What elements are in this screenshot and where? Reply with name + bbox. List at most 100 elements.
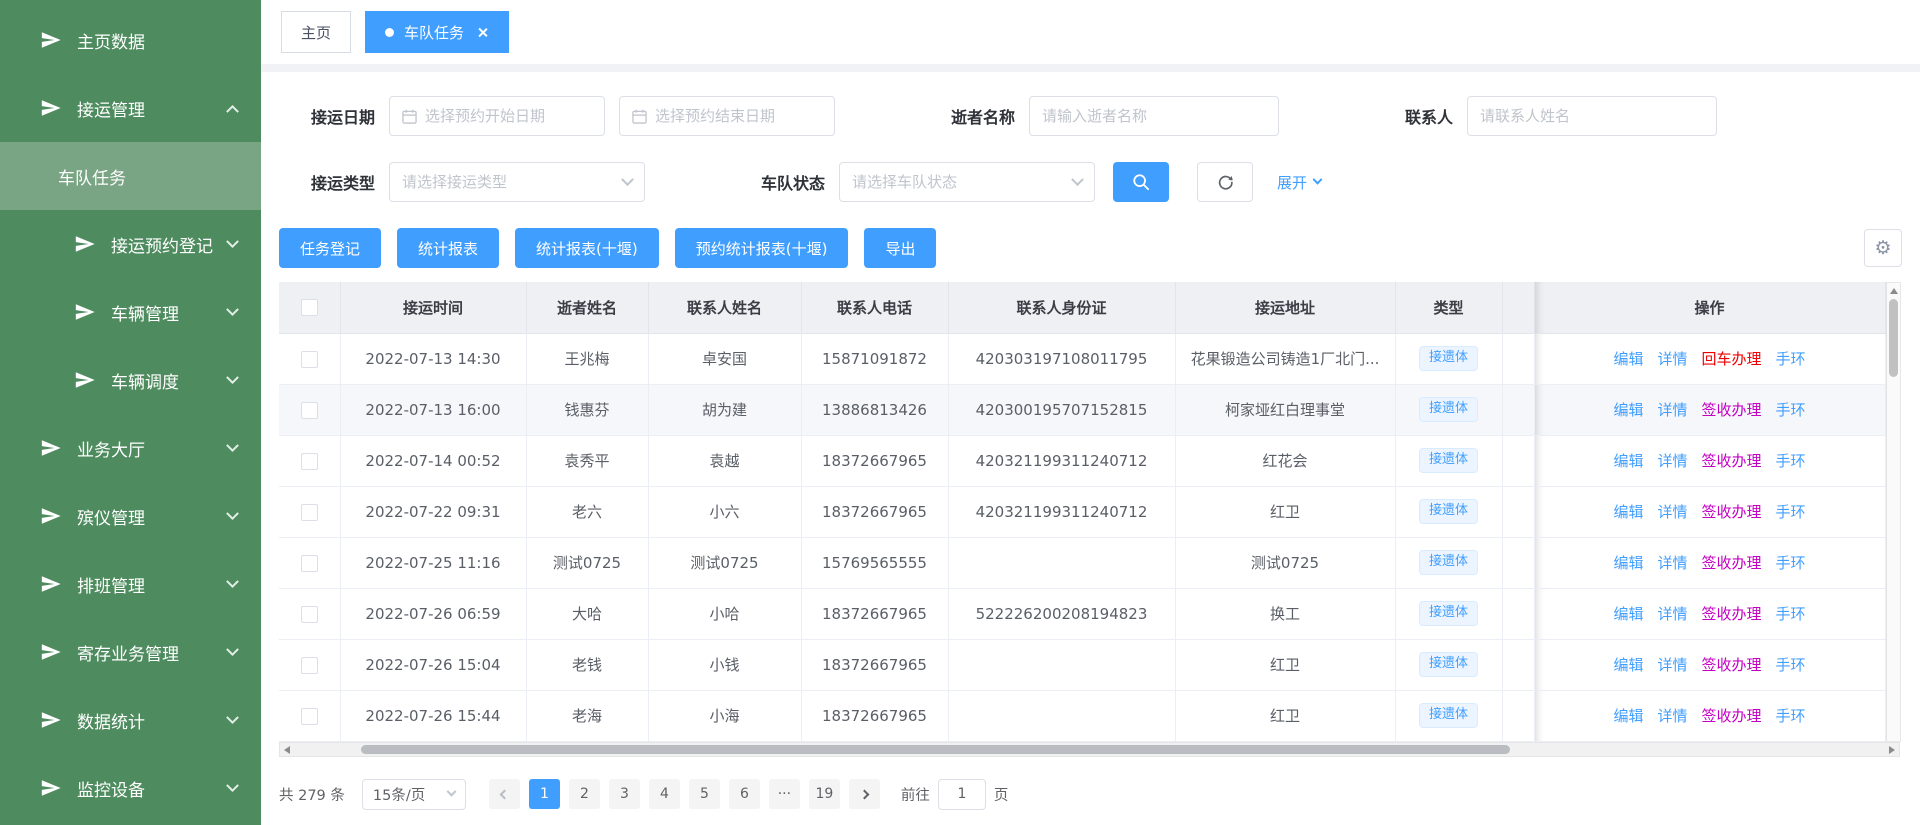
- op-link-red[interactable]: 回车办理: [1702, 350, 1762, 368]
- op-link-magenta[interactable]: 签收办理: [1702, 554, 1762, 572]
- op-link-blue[interactable]: 手环: [1776, 350, 1806, 368]
- op-link-magenta[interactable]: 签收办理: [1702, 605, 1762, 623]
- close-icon[interactable]: [476, 26, 489, 39]
- prev-page-button[interactable]: [489, 779, 520, 809]
- pickup-type-select[interactable]: [389, 162, 645, 202]
- op-link-blue[interactable]: 编辑: [1613, 503, 1643, 521]
- row-checkbox[interactable]: [301, 351, 318, 368]
- op-link-blue[interactable]: 编辑: [1613, 401, 1643, 419]
- fleet-status-field[interactable]: [852, 173, 1073, 191]
- op-link-blue[interactable]: 手环: [1776, 401, 1806, 419]
- op-link-blue[interactable]: 详情: [1657, 707, 1687, 725]
- fleet-status-select[interactable]: [839, 162, 1095, 202]
- toolbar-button-2[interactable]: 统计报表: [397, 228, 499, 268]
- row-checkbox[interactable]: [301, 657, 318, 674]
- next-page-button[interactable]: [849, 779, 880, 809]
- op-link-blue[interactable]: 编辑: [1613, 452, 1643, 470]
- scroll-up-arrow-icon[interactable]: [1890, 288, 1898, 294]
- horizontal-scroll-thumb[interactable]: [361, 745, 1510, 754]
- tab-home[interactable]: 主页: [281, 11, 351, 53]
- sidebar-item-11[interactable]: 数据统计: [0, 686, 261, 754]
- deceased-name-input[interactable]: [1029, 96, 1279, 136]
- pickup-type-field[interactable]: [402, 173, 623, 191]
- sidebar-item-5[interactable]: 车辆管理: [0, 278, 261, 346]
- contact-field[interactable]: [1480, 107, 1704, 125]
- vertical-scrollbar[interactable]: [1886, 282, 1901, 742]
- scroll-right-arrow-icon[interactable]: [1889, 746, 1895, 754]
- page-button-2[interactable]: 2: [569, 779, 600, 809]
- toolbar-button-5[interactable]: 导出: [864, 228, 936, 268]
- sidebar-item-12[interactable]: 监控设备: [0, 754, 261, 822]
- pager-more-button[interactable]: ···: [769, 779, 800, 809]
- refresh-button[interactable]: [1197, 162, 1253, 202]
- sidebar-item-7[interactable]: 业务大厅: [0, 414, 261, 482]
- op-link-magenta[interactable]: 签收办理: [1702, 401, 1762, 419]
- date-end-input[interactable]: [619, 96, 835, 136]
- vertical-scroll-thumb[interactable]: [1889, 299, 1898, 377]
- op-link-blue[interactable]: 编辑: [1613, 707, 1643, 725]
- row-checkbox[interactable]: [301, 453, 318, 470]
- scroll-left-arrow-icon[interactable]: [284, 746, 290, 754]
- chevron-down-icon: [1071, 173, 1084, 186]
- op-link-blue[interactable]: 手环: [1776, 605, 1806, 623]
- select-all-checkbox[interactable]: [301, 299, 318, 316]
- row-checkbox[interactable]: [301, 504, 318, 521]
- page-button-1[interactable]: 1: [529, 779, 560, 809]
- op-link-magenta[interactable]: 签收办理: [1702, 503, 1762, 521]
- date-end-field[interactable]: [655, 107, 822, 125]
- op-link-blue[interactable]: 详情: [1657, 656, 1687, 674]
- sidebar-item-4[interactable]: 接运预约登记: [0, 210, 261, 278]
- date-start-input[interactable]: [389, 96, 605, 136]
- page-button-6[interactable]: 6: [729, 779, 760, 809]
- page-size-select[interactable]: 15条/页: [362, 779, 466, 810]
- toolbar-button-3[interactable]: 统计报表(十堰): [515, 228, 659, 268]
- row-checkbox[interactable]: [301, 402, 318, 419]
- column-header: 接运时间: [340, 282, 526, 333]
- sidebar-item-3[interactable]: 车队任务: [0, 142, 261, 210]
- deceased-name-field[interactable]: [1042, 107, 1266, 125]
- op-link-blue[interactable]: 编辑: [1613, 656, 1643, 674]
- op-link-magenta[interactable]: 签收办理: [1702, 452, 1762, 470]
- op-link-blue[interactable]: 详情: [1657, 554, 1687, 572]
- op-link-blue[interactable]: 编辑: [1613, 554, 1643, 572]
- op-link-blue[interactable]: 详情: [1657, 605, 1687, 623]
- op-link-blue[interactable]: 手环: [1776, 503, 1806, 521]
- op-link-blue[interactable]: 编辑: [1613, 350, 1643, 368]
- column-settings-button[interactable]: ⚙: [1864, 229, 1902, 267]
- search-button[interactable]: [1113, 162, 1169, 202]
- sidebar-item-8[interactable]: 殡仪管理: [0, 482, 261, 550]
- op-link-blue[interactable]: 手环: [1776, 452, 1806, 470]
- op-link-blue[interactable]: 手环: [1776, 707, 1806, 725]
- horizontal-scrollbar[interactable]: [279, 742, 1900, 757]
- contact-input[interactable]: [1467, 96, 1717, 136]
- expand-toggle[interactable]: 展开: [1277, 172, 1321, 193]
- sidebar-item-2[interactable]: 接运管理: [0, 74, 261, 142]
- toolbar-button-1[interactable]: 任务登记: [279, 228, 381, 268]
- op-link-magenta[interactable]: 签收办理: [1702, 656, 1762, 674]
- page-button-4[interactable]: 4: [649, 779, 680, 809]
- date-start-field[interactable]: [425, 107, 592, 125]
- op-link-blue[interactable]: 手环: [1776, 656, 1806, 674]
- page-button-19[interactable]: 19: [809, 779, 840, 809]
- op-link-blue[interactable]: 详情: [1657, 503, 1687, 521]
- row-checkbox[interactable]: [301, 708, 318, 725]
- toolbar-button-4[interactable]: 预约统计报表(十堰): [675, 228, 849, 268]
- sidebar-item-6[interactable]: 车辆调度: [0, 346, 261, 414]
- op-link-blue[interactable]: 详情: [1657, 452, 1687, 470]
- op-link-magenta[interactable]: 签收办理: [1702, 707, 1762, 725]
- page-button-3[interactable]: 3: [609, 779, 640, 809]
- row-checkbox[interactable]: [301, 606, 318, 623]
- content-panel: 接运日期 逝者名称 联系人: [261, 72, 1920, 825]
- operations-cell: 编辑详情回车办理手环: [1534, 333, 1885, 384]
- goto-page-input[interactable]: [938, 779, 986, 810]
- page-button-5[interactable]: 5: [689, 779, 720, 809]
- row-checkbox[interactable]: [301, 555, 318, 572]
- sidebar-item-10[interactable]: 寄存业务管理: [0, 618, 261, 686]
- op-link-blue[interactable]: 手环: [1776, 554, 1806, 572]
- sidebar-item-1[interactable]: 主页数据: [0, 6, 261, 74]
- tab-fleet-tasks[interactable]: 车队任务: [365, 11, 509, 53]
- op-link-blue[interactable]: 详情: [1657, 350, 1687, 368]
- op-link-blue[interactable]: 编辑: [1613, 605, 1643, 623]
- op-link-blue[interactable]: 详情: [1657, 401, 1687, 419]
- sidebar-item-9[interactable]: 排班管理: [0, 550, 261, 618]
